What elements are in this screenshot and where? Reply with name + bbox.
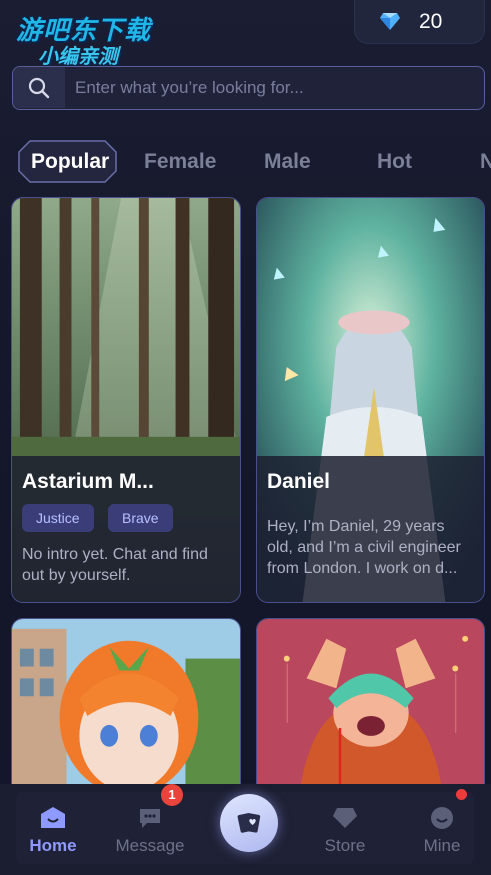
character-intro: Hey, I’m Daniel, 29 years old, and I’m a… [267,516,461,579]
nav-mine-label: Mine [423,836,461,855]
diamond-count: 20 [419,10,443,33]
tag-label: Justice [22,504,94,532]
nav-home-label: Home [29,836,77,855]
card-info-panel: Astarium M... Justice Brave No intro yet… [12,456,240,602]
nav-store[interactable]: Store [300,792,390,864]
mine-notification-dot [456,789,467,800]
character-intro: No intro yet. Chat and find out by yours… [22,544,208,586]
character-card[interactable]: Daniel Hey, I’m Daniel, 29 years old, an… [256,197,485,603]
tab-popular[interactable]: Popular [31,150,109,174]
nav-message[interactable]: Message [105,792,195,864]
diamond-balance[interactable]: 20 [354,0,485,44]
tag-label: Brave [108,504,173,532]
chat-bubble-icon [140,809,160,828]
search-icon [28,77,50,98]
message-badge: 1 [161,784,183,806]
character-name: Daniel [267,470,331,493]
top-bar: i 游吧东下载 小编亲测 20 [0,0,491,68]
store-tag-icon [333,808,357,828]
tab-next[interactable]: N [480,150,491,174]
center-create-button[interactable] [220,794,278,852]
diamond-icon [380,13,400,30]
nav-message-label: Message [115,836,185,855]
search-button[interactable] [13,67,65,108]
intro-line: No intro yet. Chat and find [22,546,208,563]
home-icon [41,807,65,828]
tab-hot[interactable]: Hot [377,150,412,174]
intro-line: Hey, I’m Daniel, 29 years [267,518,445,535]
search-bar[interactable] [12,66,485,110]
nav-home[interactable]: Home [8,792,98,864]
cards-icon [237,813,261,833]
app-screen: i 游吧东下载 小编亲测 20 Popular Female [0,0,491,875]
nav-store-label: Store [324,836,366,855]
character-card[interactable]: Astarium M... Justice Brave No intro yet… [11,197,241,603]
nav-mine[interactable]: Mine [397,792,487,864]
intro-line: old, and I’m a civil engineer [267,539,461,556]
intro-line: from London. I work on d... [267,560,458,577]
card-info-panel: Daniel Hey, I’m Daniel, 29 years old, an… [257,456,484,602]
search-input[interactable] [75,67,475,108]
character-name: Astarium M... [22,470,154,493]
tab-male[interactable]: Male [264,150,311,174]
watermark-line-2: 小编亲测 [38,44,118,68]
category-tabs: Popular Female Male Hot N [0,136,491,188]
watermark-logo: i 游吧东下载 小编亲测 [8,6,158,68]
tab-female[interactable]: Female [144,150,216,174]
profile-face-icon [431,807,453,829]
intro-line: out by yourself. [22,567,131,584]
